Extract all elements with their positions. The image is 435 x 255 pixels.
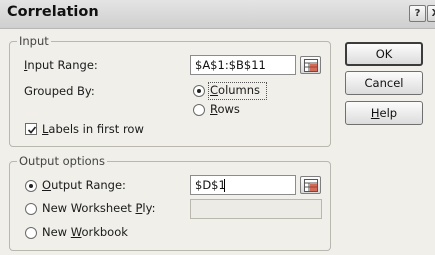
output-range-collapse-button[interactable] bbox=[300, 176, 321, 194]
radio-selected-dot bbox=[197, 89, 201, 93]
output-range-value: $D$1 bbox=[195, 178, 226, 192]
new-workbook-radio[interactable] bbox=[25, 227, 37, 239]
input-group-legend: Input bbox=[17, 34, 51, 48]
close-icon[interactable]: X bbox=[427, 5, 435, 22]
output-range-label[interactable]: Output Range: bbox=[42, 178, 126, 192]
new-worksheet-ply-radio[interactable] bbox=[25, 203, 37, 215]
help-icon[interactable]: ? bbox=[409, 5, 426, 22]
input-range-value: $A$1:$B$11 bbox=[195, 58, 266, 72]
cancel-button[interactable]: Cancel bbox=[345, 71, 423, 95]
input-range-label: Input Range: bbox=[24, 58, 98, 72]
labels-in-first-row-label[interactable]: Labels in first row bbox=[42, 122, 144, 136]
new-worksheet-ply-label[interactable]: New Worksheet Ply: bbox=[42, 201, 155, 215]
output-options-legend: Output options bbox=[17, 154, 107, 168]
collapse-dialog-icon bbox=[304, 179, 318, 192]
dialog-title: Correlation bbox=[7, 4, 99, 20]
grouped-by-rows-radio[interactable] bbox=[193, 104, 205, 116]
grouped-by-columns-label[interactable]: Columns bbox=[210, 83, 260, 97]
collapse-dialog-icon bbox=[304, 59, 318, 72]
input-range-collapse-button[interactable] bbox=[300, 56, 321, 74]
grouped-by-columns-radio[interactable] bbox=[193, 85, 205, 97]
labels-in-first-row-checkbox[interactable] bbox=[25, 123, 37, 135]
radio-selected-dot bbox=[29, 184, 33, 188]
ok-button[interactable]: OK bbox=[345, 42, 423, 66]
help-button[interactable]: Help bbox=[345, 101, 423, 125]
new-worksheet-ply-field[interactable] bbox=[190, 199, 322, 219]
grouped-by-label: Grouped By: bbox=[24, 84, 95, 98]
new-workbook-label[interactable]: New Workbook bbox=[42, 225, 128, 239]
title-bar: Correlation ? X bbox=[0, 0, 435, 29]
grouped-by-rows-label[interactable]: Rows bbox=[210, 102, 240, 116]
checkmark-icon bbox=[27, 126, 37, 134]
text-cursor bbox=[224, 179, 225, 192]
output-range-field[interactable]: $D$1 bbox=[190, 175, 296, 195]
input-range-field[interactable]: $A$1:$B$11 bbox=[190, 55, 296, 75]
output-range-radio[interactable] bbox=[25, 180, 37, 192]
